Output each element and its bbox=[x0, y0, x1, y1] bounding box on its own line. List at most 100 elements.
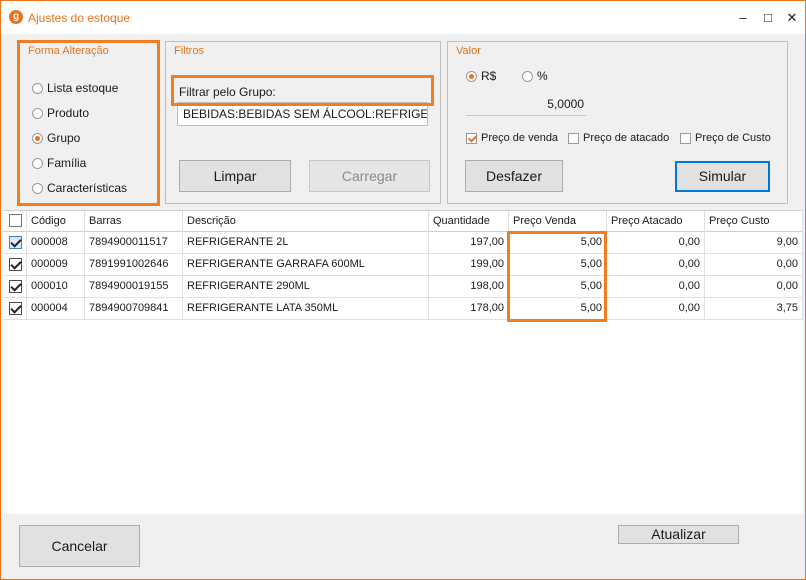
column-header-preco-venda[interactable]: Preço Venda bbox=[509, 211, 607, 232]
select-all-checkbox[interactable] bbox=[9, 214, 22, 227]
filtros-group: Filtros Filtrar pelo Grupo: BEBIDAS:BEBI… bbox=[165, 41, 441, 204]
cancelar-button[interactable]: Cancelar bbox=[19, 525, 140, 567]
cell-quantidade[interactable]: 199,00 bbox=[429, 254, 509, 276]
cell-quantidade[interactable]: 198,00 bbox=[429, 276, 509, 298]
row-checkbox[interactable] bbox=[9, 236, 22, 249]
cell-barras[interactable]: 7891991002646 bbox=[85, 254, 183, 276]
valor-group: Valor R$% 5,0000 Preço de venda Preço de … bbox=[447, 41, 788, 204]
column-header-preco-custo[interactable]: Preço Custo bbox=[705, 211, 803, 232]
cell-preco-venda[interactable]: 5,00 bbox=[509, 254, 607, 276]
valor-amount-field[interactable]: 5,0000 bbox=[466, 94, 586, 116]
valor-mode-radio[interactable] bbox=[522, 70, 533, 82]
cell-preco-venda[interactable]: 5,00 bbox=[509, 232, 607, 254]
forma-alteracao-title: Forma Alteração bbox=[28, 45, 109, 57]
cell-quantidade[interactable]: 178,00 bbox=[429, 298, 509, 320]
cell-preco-custo[interactable]: 0,00 bbox=[705, 276, 803, 298]
column-header-codigo[interactable]: Código bbox=[27, 211, 85, 232]
cell-preco-custo[interactable]: 3,75 bbox=[705, 298, 803, 320]
cell-codigo[interactable]: 000009 bbox=[27, 254, 85, 276]
column-header-quantidade[interactable]: Quantidade bbox=[429, 211, 509, 232]
column-header-preco-atacado[interactable]: Preço Atacado bbox=[607, 211, 705, 232]
cell-descricao[interactable]: REFRIGERANTE GARRAFA 600ML bbox=[183, 254, 429, 276]
column-header-barras[interactable]: Barras bbox=[85, 211, 183, 232]
cell-codigo[interactable]: 000010 bbox=[27, 276, 85, 298]
chevron-down-icon: ⌄ bbox=[414, 109, 422, 119]
forma-option-label: Produto bbox=[47, 106, 90, 120]
cell-preco-custo[interactable]: 9,00 bbox=[705, 232, 803, 254]
price-target-1[interactable]: Preço de atacado bbox=[568, 130, 669, 146]
cell-barras[interactable]: 7894900709841 bbox=[85, 298, 183, 320]
grupo-select[interactable]: BEBIDAS:BEBIDAS SEM ÁLCOOL:REFRIGERANTES… bbox=[177, 102, 428, 126]
cell-quantidade[interactable]: 197,00 bbox=[429, 232, 509, 254]
valor-mode-1[interactable]: % bbox=[522, 68, 548, 84]
table-row[interactable]: 000008 7894900011517 REFRIGERANTE 2L 197,00… bbox=[3, 232, 803, 254]
cell-codigo[interactable]: 000008 bbox=[27, 232, 85, 254]
cell-barras[interactable]: 7894900019155 bbox=[85, 276, 183, 298]
row-select-cell bbox=[3, 298, 27, 320]
valor-mode-label: % bbox=[537, 69, 548, 83]
valor-mode-radio[interactable] bbox=[466, 70, 477, 82]
row-select-cell bbox=[3, 276, 27, 298]
cell-preco-venda[interactable]: 5,00 bbox=[509, 298, 607, 320]
price-target-label: Preço de venda bbox=[481, 132, 559, 144]
row-checkbox[interactable] bbox=[9, 258, 22, 271]
forma-option-label: Lista estoque bbox=[47, 81, 119, 95]
valor-mode-0[interactable]: R$ bbox=[466, 68, 496, 84]
limpar-button[interactable]: Limpar bbox=[179, 160, 291, 192]
forma-option-label: Família bbox=[47, 156, 87, 170]
forma-option-radio[interactable] bbox=[32, 182, 43, 194]
grid-header: Código Barras Descrição Quantidade Preço Ven… bbox=[3, 211, 803, 232]
table-row[interactable]: 000009 7891991002646 REFRIGERANTE GARRAFA … bbox=[3, 254, 803, 276]
maximize-button[interactable]: □ bbox=[757, 8, 779, 28]
forma-option-3[interactable]: Família bbox=[32, 155, 86, 171]
cell-preco-custo[interactable]: 0,00 bbox=[705, 254, 803, 276]
cell-preco-atacado[interactable]: 0,00 bbox=[607, 298, 705, 320]
row-select-cell bbox=[3, 232, 27, 254]
atualizar-button[interactable]: Atualizar bbox=[618, 525, 739, 544]
cell-descricao[interactable]: REFRIGERANTE LATA 350ML bbox=[183, 298, 429, 320]
cell-preco-atacado[interactable]: 0,00 bbox=[607, 254, 705, 276]
window-title: Ajustes do estoque bbox=[28, 11, 131, 25]
cell-barras[interactable]: 7894900011517 bbox=[85, 232, 183, 254]
forma-option-2[interactable]: Grupo bbox=[32, 130, 80, 146]
filtrar-grupo-label: Filtrar pelo Grupo: bbox=[179, 85, 276, 99]
footer-bar: Cancelar Atualizar bbox=[3, 514, 803, 578]
produtos-grid: Código Barras Descrição Quantidade Preço Ven… bbox=[3, 210, 803, 514]
app-logo-icon: g bbox=[9, 10, 23, 24]
forma-option-1[interactable]: Produto bbox=[32, 105, 89, 121]
row-checkbox[interactable] bbox=[9, 302, 22, 315]
table-row[interactable]: 000004 7894900709841 REFRIGERANTE LATA 350… bbox=[3, 298, 803, 320]
cell-descricao[interactable]: REFRIGERANTE 290ML bbox=[183, 276, 429, 298]
select-all-cell bbox=[3, 211, 27, 232]
close-button[interactable]: ✕ bbox=[781, 8, 803, 28]
cell-preco-atacado[interactable]: 0,00 bbox=[607, 276, 705, 298]
column-header-descricao[interactable]: Descrição bbox=[183, 211, 429, 232]
forma-option-4[interactable]: Características bbox=[32, 180, 127, 196]
simular-button[interactable]: Simular bbox=[675, 161, 770, 192]
ajustes-estoque-window: g Ajustes do estoque – □ ✕ Forma Alteraç… bbox=[0, 0, 806, 580]
forma-alteracao-group: Forma Alteração Lista estoque Produto Grup… bbox=[19, 41, 158, 204]
price-target-0[interactable]: Preço de venda bbox=[466, 130, 558, 146]
forma-option-radio[interactable] bbox=[32, 82, 43, 94]
cell-preco-venda[interactable]: 5,00 bbox=[509, 276, 607, 298]
carregar-button[interactable]: Carregar bbox=[309, 160, 430, 192]
forma-option-0[interactable]: Lista estoque bbox=[32, 80, 118, 96]
price-target-2[interactable]: Preço de Custo bbox=[680, 130, 771, 146]
cell-preco-atacado[interactable]: 0,00 bbox=[607, 232, 705, 254]
minimize-button[interactable]: – bbox=[732, 8, 754, 28]
forma-option-radio[interactable] bbox=[32, 107, 43, 119]
row-checkbox[interactable] bbox=[9, 280, 22, 293]
table-row[interactable]: 000010 7894900019155 REFRIGERANTE 290ML 198… bbox=[3, 276, 803, 298]
price-target-checkbox[interactable] bbox=[568, 132, 579, 144]
grupo-select-value: BEBIDAS:BEBIDAS SEM ÁLCOOL:REFRIGERANTES bbox=[183, 107, 428, 121]
price-target-checkbox[interactable] bbox=[680, 132, 691, 144]
cell-codigo[interactable]: 000004 bbox=[27, 298, 85, 320]
desfazer-button[interactable]: Desfazer bbox=[465, 160, 563, 192]
forma-option-radio[interactable] bbox=[32, 157, 43, 169]
forma-option-label: Grupo bbox=[47, 131, 81, 145]
cell-descricao[interactable]: REFRIGERANTE 2L bbox=[183, 232, 429, 254]
row-select-cell bbox=[3, 254, 27, 276]
forma-option-radio[interactable] bbox=[32, 132, 43, 144]
price-target-checkbox[interactable] bbox=[466, 132, 477, 144]
filtros-title: Filtros bbox=[174, 45, 204, 57]
